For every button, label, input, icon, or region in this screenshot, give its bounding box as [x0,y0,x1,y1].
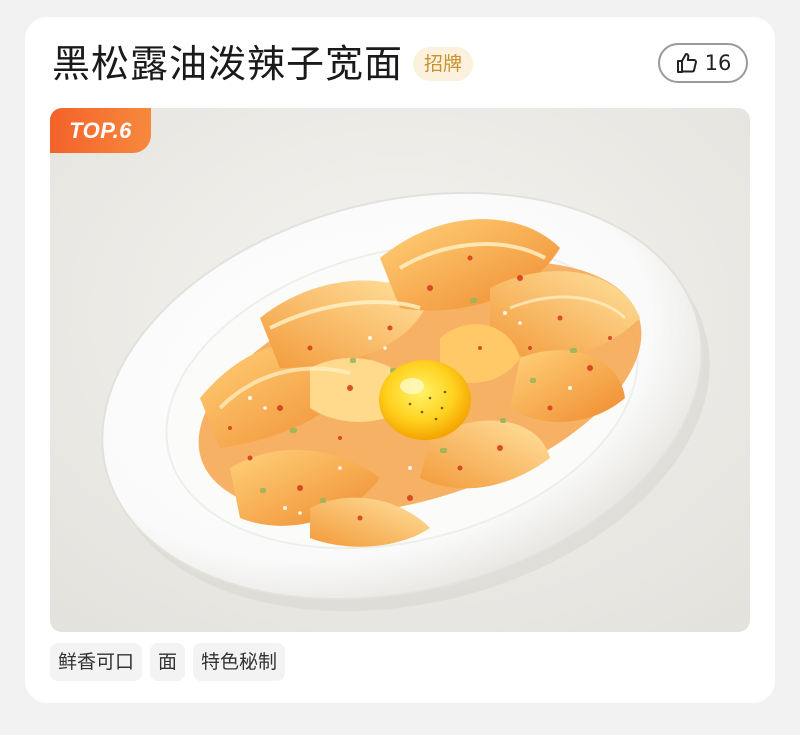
tag-item: 面 [150,643,186,681]
thumbs-up-icon [675,51,699,75]
tag-list: 鲜香可口 面 特色秘制 [50,643,286,681]
signature-badge: 招牌 [413,47,474,81]
tag-item: 鲜香可口 [50,643,143,681]
dish-header: 黑松露油泼辣子宽面 招牌 16 [52,39,748,89]
like-count: 16 [704,50,732,75]
dish-card[interactable]: 黑松露油泼辣子宽面 招牌 16 TOP.6 鲜香可口 面 特色秘制 [25,17,775,703]
rank-badge: TOP.6 [50,108,151,153]
like-button[interactable]: 16 [658,43,748,83]
tag-item: 特色秘制 [193,643,286,681]
dish-title: 黑松露油泼辣子宽面 [52,42,404,86]
food-photo[interactable] [50,108,750,632]
